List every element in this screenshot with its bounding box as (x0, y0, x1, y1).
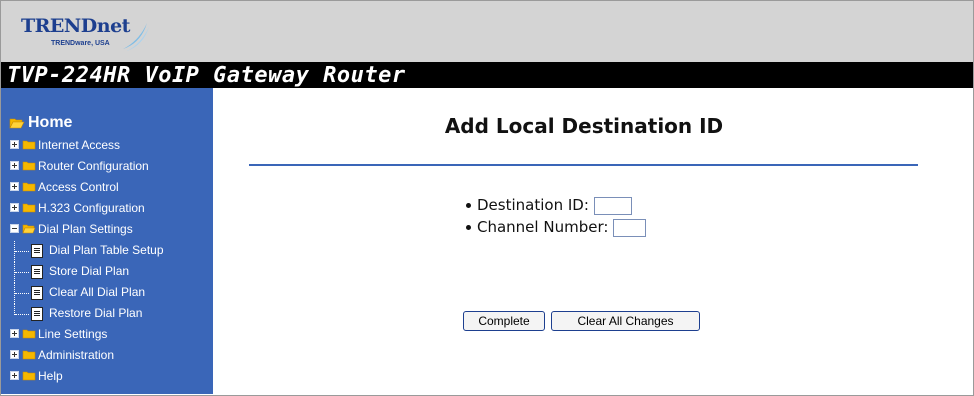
sidebar-home-label: Home (28, 114, 73, 131)
sidebar-item-label: Line Settings (38, 327, 108, 341)
folder-icon (22, 350, 36, 360)
sidebar-item-label: Clear All Dial Plan (49, 285, 146, 299)
bullet-icon (466, 203, 471, 208)
destination-id-input[interactable] (593, 196, 632, 215)
header-bar: TRENDnet TRENDware, USA (1, 1, 973, 62)
expand-icon[interactable] (10, 140, 19, 149)
clear-all-changes-button[interactable]: Clear All Changes (551, 311, 700, 331)
page-title: Add Local Destination ID (444, 114, 724, 138)
folder-icon (22, 203, 36, 213)
tree-connector (15, 314, 29, 315)
document-icon (31, 265, 43, 279)
channel-number-label: Channel Number: (477, 218, 609, 236)
sidebar-home[interactable]: Home (9, 114, 72, 132)
tree-connector (15, 251, 29, 252)
open-folder-icon (22, 224, 36, 234)
channel-number-row: Channel Number: (466, 218, 647, 240)
expand-icon[interactable] (10, 203, 19, 212)
tree-connector (15, 293, 29, 294)
document-icon (31, 307, 43, 321)
channel-number-input[interactable] (613, 218, 647, 237)
folder-icon (22, 140, 36, 150)
logo-tagline: TRENDware, USA (51, 40, 110, 47)
expand-icon[interactable] (10, 182, 19, 191)
sidebar-item-label: Router Configuration (38, 159, 149, 173)
sidebar-item-label: H.323 Configuration (38, 201, 145, 215)
sidebar-item-label: Access Control (38, 180, 119, 194)
destination-id-label: Destination ID: (477, 196, 589, 214)
folder-icon (22, 371, 36, 381)
logo-text: TRENDnet (21, 15, 130, 37)
sidebar-item-label: Dial Plan Table Setup (49, 243, 164, 257)
product-title: TVP-224HR VoIP Gateway Router (7, 63, 406, 88)
open-folder-icon (9, 118, 25, 129)
sidebar-item-label: Restore Dial Plan (49, 306, 143, 320)
trendnet-logo: TRENDnet TRENDware, USA (17, 7, 157, 59)
folder-icon (22, 329, 36, 339)
folder-icon (22, 161, 36, 171)
expand-icon[interactable] (10, 329, 19, 338)
collapse-icon[interactable] (10, 224, 19, 233)
title-divider (249, 164, 918, 166)
expand-icon[interactable] (10, 161, 19, 170)
destination-id-row: Destination ID: (466, 196, 646, 218)
sidebar-item-label: Help (38, 369, 63, 383)
bullet-icon (466, 225, 471, 230)
expand-icon[interactable] (10, 371, 19, 380)
destination-form: Destination ID: Channel Number: (466, 196, 647, 240)
document-icon (31, 286, 43, 300)
sidebar-item-label: Store Dial Plan (49, 264, 130, 278)
complete-button[interactable]: Complete (463, 311, 545, 331)
sidebar: Home Internet Access Router Configuratio… (1, 88, 213, 394)
expand-icon[interactable] (10, 350, 19, 359)
document-icon (31, 244, 43, 258)
sidebar-item-label: Dial Plan Settings (38, 222, 133, 236)
sidebar-item-label: Internet Access (38, 138, 121, 152)
folder-icon (22, 182, 36, 192)
sidebar-item-label: Administration (38, 348, 115, 362)
title-bar: TVP-224HR VoIP Gateway Router (1, 62, 973, 88)
tree-connector (15, 272, 29, 273)
